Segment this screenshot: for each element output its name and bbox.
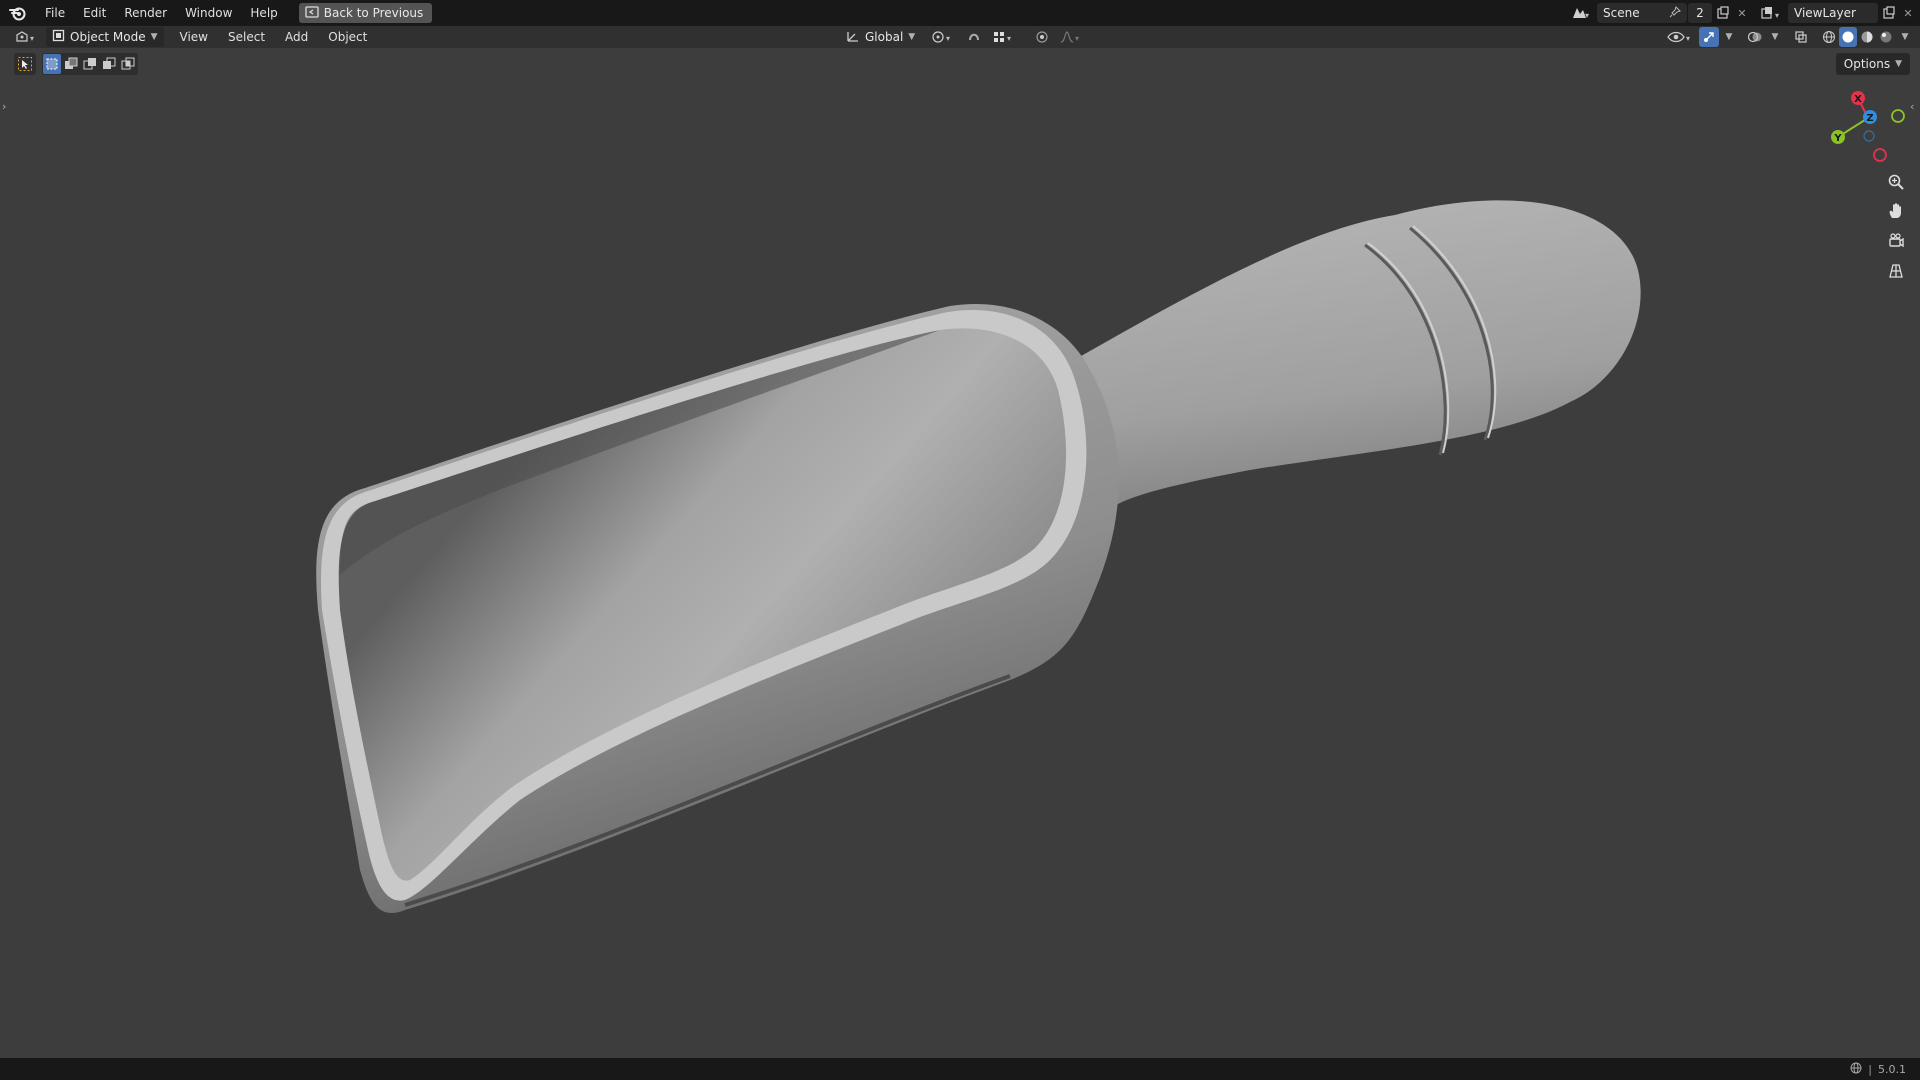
pan-hand-icon[interactable]	[1882, 197, 1910, 225]
menu-add[interactable]: Add	[275, 26, 318, 48]
back-to-previous-button[interactable]: Back to Previous	[298, 3, 433, 23]
menu-edit[interactable]: Edit	[74, 0, 115, 26]
gizmo-y-label: Y	[1833, 133, 1842, 144]
svg-text:▾: ▾	[1686, 34, 1690, 43]
view-layer-browse-icon[interactable]: ▾	[1756, 3, 1786, 23]
back-screen-icon	[305, 5, 319, 21]
gizmo-neg-z-axis[interactable]	[1863, 130, 1875, 142]
gizmo-toggle-icon[interactable]	[1699, 27, 1719, 47]
scene-name-value: Scene	[1603, 6, 1640, 20]
mode-label: Object Mode	[70, 30, 146, 44]
transform-orientation-label: Global	[865, 30, 904, 44]
navigation-gizmo[interactable]: X Y Z	[1820, 86, 1915, 166]
camera-view-icon[interactable]	[1882, 227, 1910, 255]
visibility-eye-icon[interactable]: ▾	[1666, 27, 1694, 47]
chevron-down-icon: ▼	[150, 32, 158, 42]
menu-window[interactable]: Window	[176, 0, 241, 26]
viewport-header: ▾ Object Mode ▼ View Select Add Object G…	[0, 26, 1920, 48]
menu-select[interactable]: Select	[218, 26, 275, 48]
xray-toggle-icon[interactable]	[1791, 27, 1811, 47]
pin-icon[interactable]	[1669, 5, 1681, 21]
svg-text:▾: ▾	[1007, 34, 1011, 43]
svg-text:▾: ▾	[1075, 34, 1079, 43]
pivot-point-icon[interactable]: ▾	[929, 27, 957, 47]
menu-file[interactable]: File	[36, 0, 74, 26]
material-preview-shading-icon[interactable]	[1858, 27, 1876, 47]
svg-text:▾: ▾	[946, 34, 950, 43]
svg-text:▾: ▾	[1775, 11, 1779, 20]
object-mode-icon	[52, 29, 65, 45]
gizmo-x-label: X	[1854, 94, 1862, 105]
scene-browse-icon[interactable]: ▾	[1565, 3, 1595, 23]
solid-shading-icon[interactable]	[1839, 27, 1857, 47]
view-layer-value: ViewLayer	[1794, 6, 1856, 20]
orientation-axes-icon	[846, 29, 860, 46]
wireframe-shading-icon[interactable]	[1820, 27, 1838, 47]
zoom-icon[interactable]	[1882, 168, 1910, 196]
proportional-editing-icon[interactable]	[1033, 27, 1051, 47]
shading-mode-group	[1820, 27, 1895, 47]
delete-scene-icon[interactable]: ✕	[1734, 3, 1750, 23]
gizmo-neg-y-axis[interactable]	[1891, 109, 1905, 123]
menu-help[interactable]: Help	[241, 0, 286, 26]
status-bar: | 5.0.1	[0, 1058, 1920, 1080]
menu-object[interactable]: Object	[318, 26, 377, 48]
shading-dropdown-icon[interactable]: ▼	[1900, 27, 1910, 47]
transform-orientation-dropdown[interactable]: Global ▼	[840, 27, 921, 47]
svg-text:▾: ▾	[1585, 11, 1589, 20]
menu-view[interactable]: View	[170, 26, 218, 48]
snap-target-icon[interactable]: ▾	[991, 27, 1017, 47]
rendered-shading-icon[interactable]	[1877, 27, 1895, 47]
globe-icon	[1850, 1062, 1862, 1077]
chevron-down-icon: ▼	[908, 32, 916, 42]
blender-logo-icon[interactable]	[0, 0, 36, 26]
viewport-3d[interactable]	[0, 48, 1920, 1058]
orthographic-grid-icon[interactable]	[1882, 257, 1910, 285]
scene-users-value: 2	[1696, 6, 1704, 20]
scene-name-field[interactable]: Scene	[1597, 3, 1687, 23]
new-scene-icon[interactable]	[1712, 3, 1734, 23]
gizmo-neg-x-axis[interactable]	[1873, 148, 1887, 162]
scene-users-count[interactable]: 2	[1688, 3, 1712, 23]
delete-view-layer-icon[interactable]: ✕	[1900, 3, 1916, 23]
scoop-mesh[interactable]	[316, 200, 1641, 914]
gizmo-dropdown-icon[interactable]: ▼	[1724, 27, 1734, 47]
separator: |	[1868, 1062, 1872, 1076]
overlays-dropdown-icon[interactable]: ▼	[1770, 27, 1780, 47]
editor-type-icon[interactable]: ▾	[8, 27, 42, 47]
scoop-handle	[1060, 200, 1641, 580]
view-layer-field[interactable]: ViewLayer	[1788, 3, 1878, 23]
new-view-layer-icon[interactable]	[1878, 3, 1900, 23]
menu-render[interactable]: Render	[115, 0, 176, 26]
mode-dropdown[interactable]: Object Mode ▼	[46, 27, 164, 47]
back-to-previous-label: Back to Previous	[323, 6, 424, 20]
proportional-falloff-icon[interactable]: ▾	[1059, 27, 1085, 47]
top-bar: File Edit Render Window Help Back to Pre…	[0, 0, 1920, 26]
gizmo-z-label: Z	[1866, 113, 1873, 124]
snap-toggle-icon[interactable]	[965, 27, 983, 47]
version-label: 5.0.1	[1878, 1062, 1906, 1076]
svg-text:▾: ▾	[30, 34, 34, 43]
overlays-icon[interactable]	[1745, 27, 1765, 47]
version-info: | 5.0.1	[1850, 1062, 1920, 1077]
